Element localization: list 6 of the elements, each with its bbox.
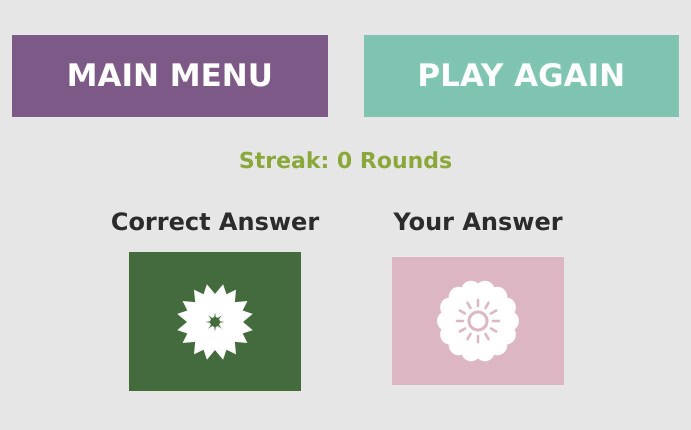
flower-icon bbox=[175, 282, 255, 362]
answer-heading: Your Answer bbox=[393, 208, 563, 236]
streak-text: Streak: 0 Rounds bbox=[238, 149, 454, 174]
main-menu-button[interactable]: MAIN MENU bbox=[12, 35, 328, 117]
flower-icon bbox=[437, 280, 519, 362]
answer-heading: Correct Answer bbox=[110, 208, 320, 236]
